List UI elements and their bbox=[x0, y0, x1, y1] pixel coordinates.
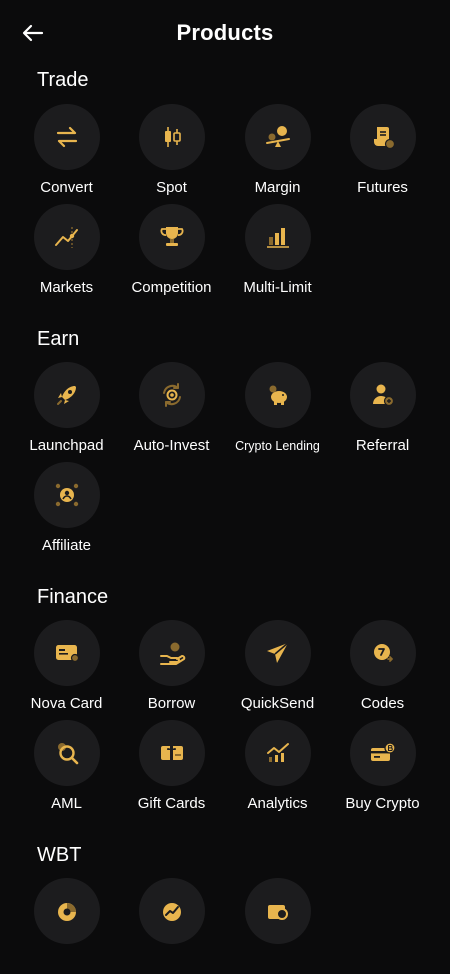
rocket-icon bbox=[56, 386, 76, 405]
product-label: AML bbox=[51, 795, 82, 812]
product-label: Gift Cards bbox=[137, 795, 206, 812]
product-label: Launchpad bbox=[29, 437, 104, 454]
growth-circle-icon bbox=[162, 903, 181, 921]
product-crypto-lending[interactable]: Crypto Lending bbox=[225, 362, 330, 458]
piggy-bank-icon bbox=[269, 385, 287, 405]
product-multi-limit[interactable]: Multi-Limit bbox=[225, 204, 330, 300]
trend-line-icon bbox=[54, 227, 78, 248]
product-competition[interactable]: Competition bbox=[119, 204, 224, 300]
product-label: Referral bbox=[355, 437, 410, 454]
paper-plane-icon bbox=[266, 642, 289, 663]
auto-cycle-icon bbox=[162, 383, 181, 407]
product-markets[interactable]: Markets bbox=[14, 204, 119, 300]
product-wbt-2[interactable] bbox=[119, 878, 224, 974]
product-label: Spot bbox=[156, 179, 187, 196]
product-buy-crypto[interactable]: Buy Crypto bbox=[330, 720, 435, 816]
product-convert[interactable]: Convert bbox=[14, 104, 119, 200]
product-label: Buy Crypto bbox=[345, 795, 420, 812]
product-label: Convert bbox=[40, 179, 93, 196]
product-label: Nova Card bbox=[30, 695, 103, 712]
contract-document-icon bbox=[373, 127, 395, 150]
product-borrow[interactable]: Borrow bbox=[119, 620, 224, 716]
product-aml[interactable]: AML bbox=[14, 720, 119, 816]
product-label: Competition bbox=[131, 279, 212, 296]
network-user-icon bbox=[55, 483, 78, 507]
product-referral[interactable]: Referral bbox=[330, 362, 435, 458]
product-label: Affiliate bbox=[42, 537, 91, 554]
candlestick-icon bbox=[164, 127, 181, 147]
product-wbt-1[interactable] bbox=[14, 878, 119, 974]
coin-code-icon bbox=[373, 644, 393, 662]
product-launchpad[interactable]: Launchpad bbox=[14, 362, 119, 458]
product-label: QuickSend bbox=[240, 695, 315, 712]
product-futures[interactable]: Futures bbox=[330, 104, 435, 200]
analytics-icon bbox=[266, 743, 289, 762]
product-auto-invest[interactable]: Auto-Invest bbox=[119, 362, 224, 458]
wallet-search-icon bbox=[267, 905, 288, 920]
bar-chart-icon bbox=[266, 228, 289, 248]
section-title-wbt: WBT bbox=[37, 844, 82, 866]
product-label: Markets bbox=[39, 279, 94, 296]
section-title-trade: Trade bbox=[37, 69, 89, 91]
product-gift-cards[interactable]: Gift Cards bbox=[119, 720, 224, 816]
magnifier-icon bbox=[57, 743, 78, 765]
product-spot[interactable]: Spot bbox=[119, 104, 224, 200]
product-label: Futures bbox=[357, 179, 408, 196]
hand-coin-icon bbox=[159, 642, 185, 665]
swap-arrows-icon bbox=[56, 126, 77, 148]
page-title: Products bbox=[176, 20, 274, 45]
section-title-finance: Finance bbox=[37, 586, 109, 608]
product-label: Auto-Invest bbox=[133, 437, 210, 454]
product-margin[interactable]: Margin bbox=[225, 104, 330, 200]
header: Products bbox=[0, 0, 450, 70]
product-wbt-3[interactable] bbox=[225, 878, 330, 974]
product-label: Crypto Lending bbox=[235, 439, 320, 453]
product-label: Analytics bbox=[247, 795, 308, 812]
trophy-icon bbox=[160, 227, 183, 246]
product-label: Multi-Limit bbox=[243, 279, 312, 296]
product-label: Codes bbox=[360, 695, 405, 712]
product-affiliate[interactable]: Affiliate bbox=[14, 462, 119, 558]
product-nova-card[interactable]: Nova Card bbox=[14, 620, 119, 716]
section-title-earn: Earn bbox=[37, 328, 80, 350]
user-add-icon bbox=[372, 384, 394, 407]
product-codes[interactable]: Codes bbox=[330, 620, 435, 716]
card-icon bbox=[55, 645, 79, 663]
product-label: Borrow bbox=[147, 695, 196, 712]
gift-card-icon bbox=[160, 746, 183, 760]
product-quicksend[interactable]: QuickSend bbox=[225, 620, 330, 716]
card-bitcoin-icon bbox=[370, 742, 396, 761]
balance-coin-icon bbox=[265, 126, 290, 147]
pie-chart-icon bbox=[57, 903, 76, 921]
product-analytics[interactable]: Analytics bbox=[225, 720, 330, 816]
product-label: Margin bbox=[254, 179, 301, 196]
